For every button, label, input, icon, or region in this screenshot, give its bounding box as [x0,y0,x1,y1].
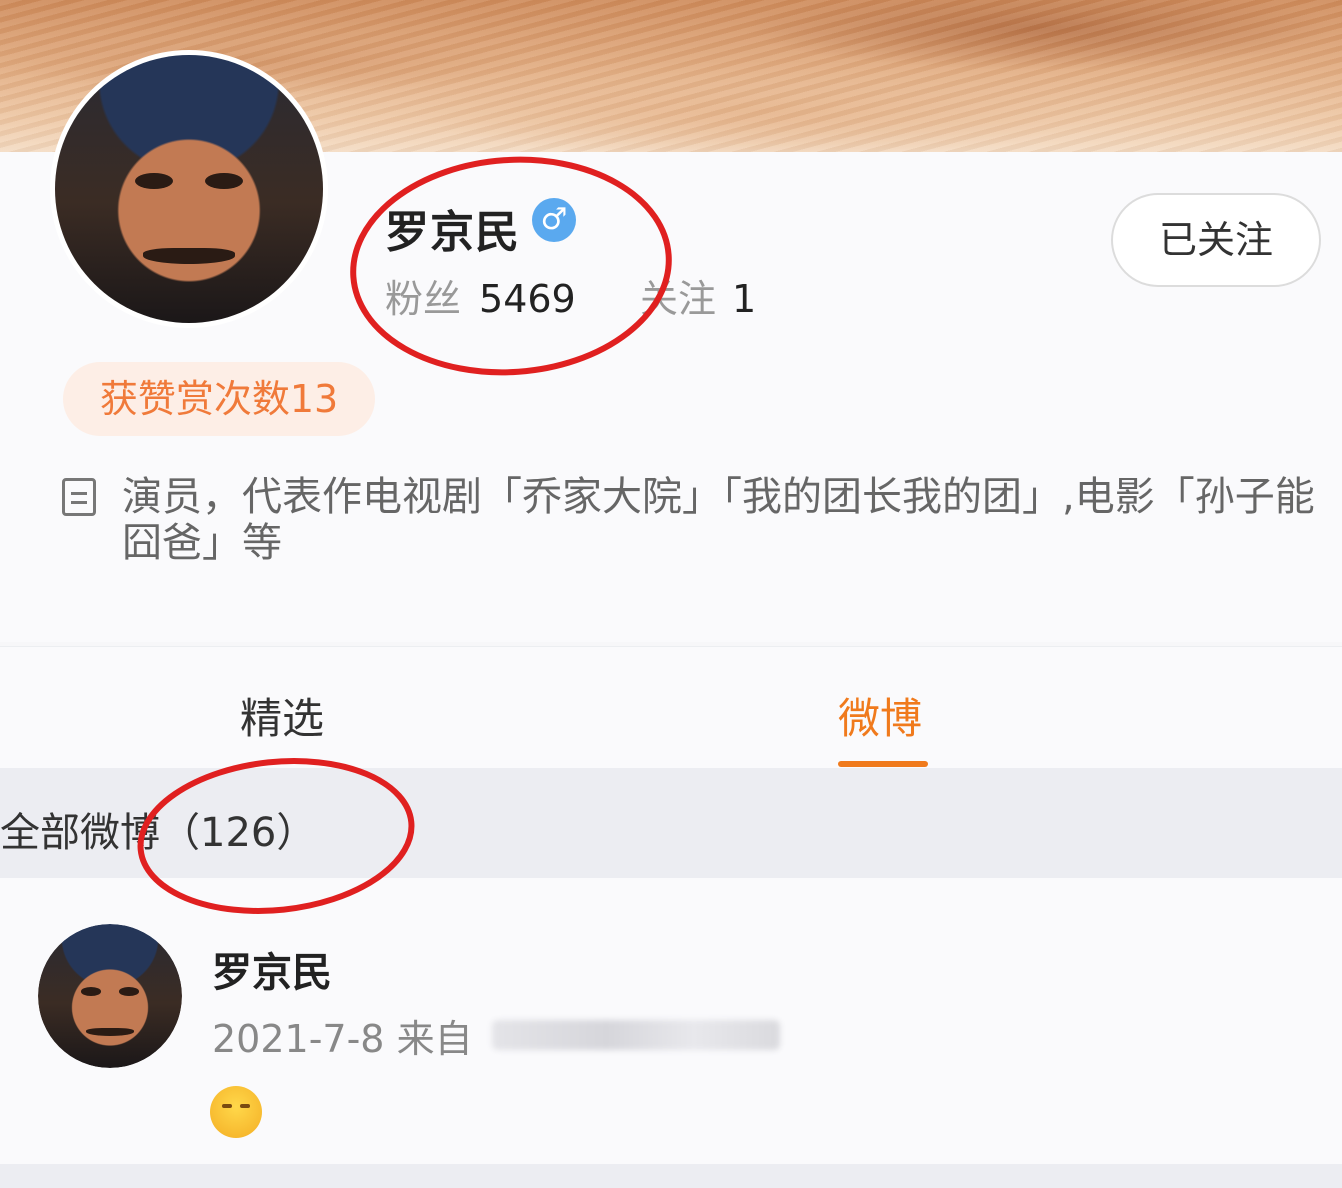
avatar-photo [38,924,182,1068]
following-label: 关注 [640,277,717,321]
fans-stat[interactable]: 粉丝 5469 [385,268,576,323]
post-meta: 2021-7-8 来自 [212,1008,473,1063]
filter-bar: 全部微博（126） [0,768,1342,878]
following-stat[interactable]: 关注 1 [640,268,756,323]
post-author-name[interactable]: 罗京民 [212,940,332,998]
section-divider [0,1164,1342,1188]
tab-bar: 精选 微博 [0,646,1342,769]
post-date: 2021-7-8 [212,1017,385,1061]
post-item[interactable]: 罗京民 2021-7-8 来自 [0,878,1342,1164]
fans-label: 粉丝 [385,277,462,321]
profile-name: 罗京民 [385,207,520,258]
avatar-photo [55,55,323,323]
all-posts-filter[interactable]: 全部微博（126） [0,800,316,858]
tab-weibo[interactable]: 微博 [838,685,922,746]
blurred-source [492,1020,780,1050]
following-count: 1 [732,277,757,321]
document-icon [62,478,96,516]
male-icon: ♂ [532,198,576,242]
fans-count: 5469 [479,277,576,321]
post-author-avatar[interactable] [38,924,182,1068]
bio-text: 演员，代表作电视剧「乔家大院」「我的团长我的团」,电影「孙子能囧爸」等 [122,474,1315,566]
blushing-face-icon [210,1086,262,1138]
followed-button[interactable]: 已关注 [1111,193,1321,287]
post-source-label: 来自 [396,1017,473,1061]
reward-badge[interactable]: 获赞赏次数13 [63,362,375,436]
tab-featured[interactable]: 精选 [240,685,324,746]
active-tab-indicator [838,761,928,767]
profile-avatar[interactable] [50,50,328,328]
